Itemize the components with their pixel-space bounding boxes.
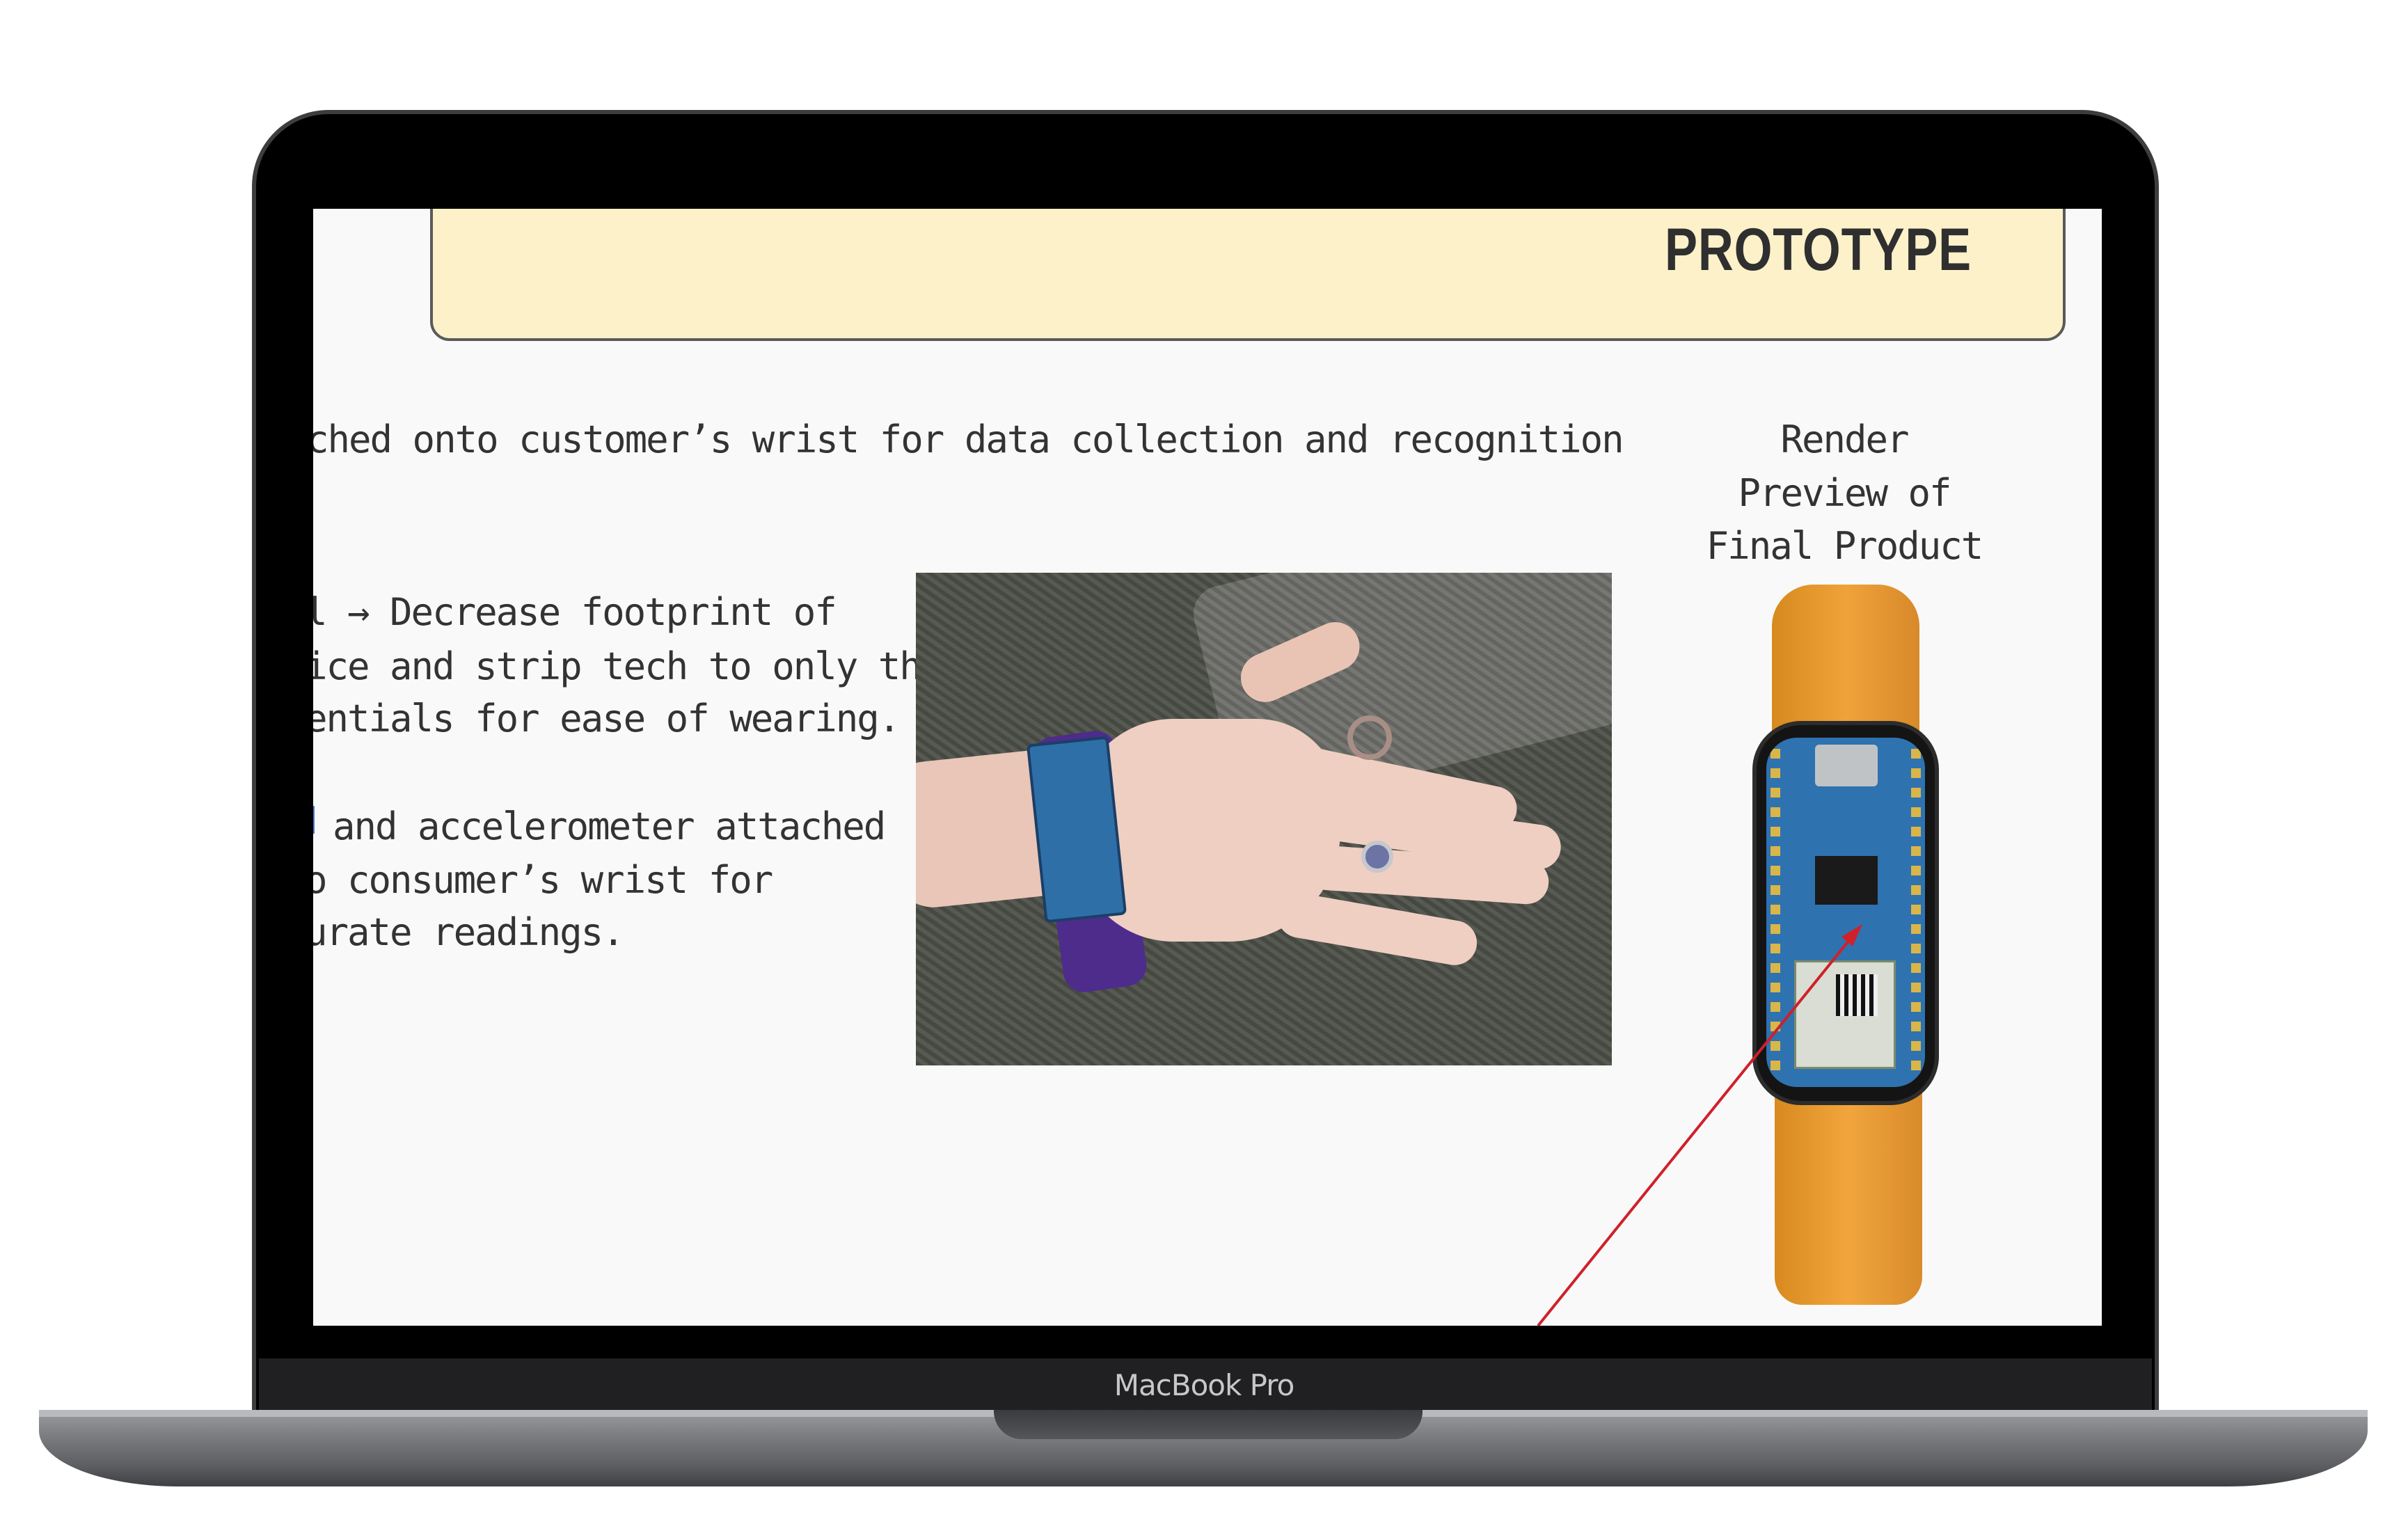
- laptop-brand-label: MacBook Pro: [1114, 1368, 1295, 1402]
- trackpad-notch: [994, 1410, 1423, 1439]
- laptop-screen: PROTOTYPE ched onto customer’s wrist for…: [313, 209, 2102, 1326]
- annotation-arrow: [1537, 924, 1862, 1326]
